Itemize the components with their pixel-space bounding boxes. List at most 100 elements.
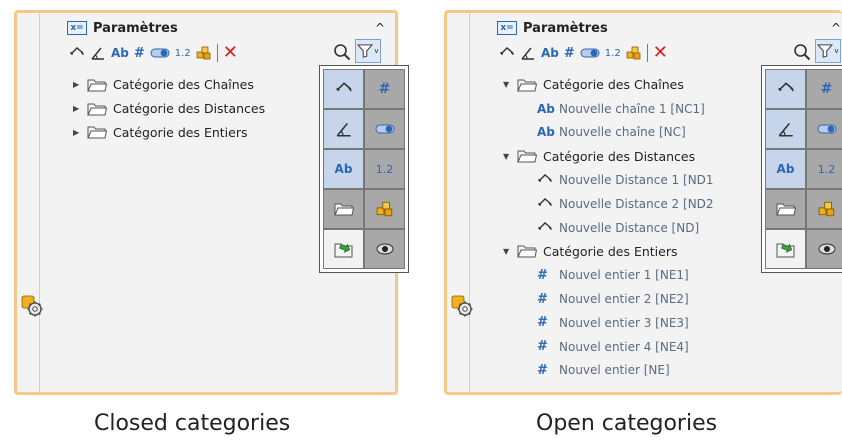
filter-distance-button[interactable]	[323, 69, 364, 109]
folder-icon	[517, 244, 537, 258]
ab-icon[interactable]: Ab	[111, 44, 129, 62]
hash-icon[interactable]: #	[134, 44, 145, 62]
hash-icon[interactable]: #	[564, 44, 575, 62]
hash-icon: #	[378, 81, 391, 97]
folder-icon	[87, 102, 107, 116]
distance-icon	[335, 80, 353, 98]
decimal-icon: 1.2	[817, 162, 836, 176]
filter-real-button[interactable]: 1.2	[806, 149, 842, 189]
visibility-button[interactable]	[364, 229, 405, 269]
expand-arrow-icon[interactable]: ▶	[73, 128, 87, 137]
delete-icon[interactable]: ✕	[653, 44, 668, 62]
tree-category[interactable]: ▼ Catégorie des Chaînes	[503, 73, 714, 97]
blocks-icon[interactable]	[626, 44, 642, 62]
delete-icon[interactable]: ✕	[223, 44, 238, 62]
filter-boolean-button[interactable]	[364, 109, 405, 149]
parameters-gear-icon[interactable]	[451, 295, 473, 317]
filter-icon	[817, 44, 833, 58]
toolbar: Ab # 1.2 ✕	[499, 43, 668, 63]
visibility-icon	[376, 243, 394, 255]
parameters-panel-closed: x= Paramètres ^ Ab # 1.2 ✕ v ▶ Catégorie…	[14, 10, 409, 395]
filter-folder-button[interactable]	[765, 189, 806, 229]
filter-integer-button[interactable]: #	[364, 69, 405, 109]
collapse-arrow-icon[interactable]: ▼	[503, 80, 517, 89]
filter-string-button[interactable]: Ab	[765, 149, 806, 189]
tree-item[interactable]: Nouvelle Distance [ND]	[503, 216, 714, 240]
parameters-panel-open: x= Paramètres ^ Ab # 1.2 ✕ v ▼ Catégorie…	[444, 10, 842, 395]
filter-folder-button[interactable]	[323, 189, 364, 229]
folder-icon	[334, 202, 354, 216]
decimal-icon[interactable]: 1.2	[175, 44, 191, 62]
filter-button[interactable]: v	[815, 39, 841, 63]
panel-header: x= Paramètres	[67, 19, 178, 37]
filter-blocks-button[interactable]	[364, 189, 405, 229]
ab-icon[interactable]: Ab	[541, 44, 559, 62]
distance-icon[interactable]	[69, 44, 85, 62]
tree-item[interactable]: # Nouvel entier 3 [NE3]	[503, 311, 714, 335]
filter-grid: # Ab 1.2	[761, 65, 842, 273]
collapse-chevron-icon[interactable]: ^	[375, 21, 385, 35]
filter-angle-button[interactable]	[323, 109, 364, 149]
tree-item[interactable]: # Nouvel entier [NE]	[503, 359, 714, 383]
hash-icon: #	[537, 267, 548, 283]
filter-integer-button[interactable]: #	[806, 69, 842, 109]
toggle-icon[interactable]	[580, 44, 600, 62]
tree-item[interactable]: # Nouvel entier 4 [NE4]	[503, 335, 714, 359]
filter-string-button[interactable]: Ab	[323, 149, 364, 189]
filter-blocks-button[interactable]	[806, 189, 842, 229]
distance-icon	[537, 172, 553, 188]
distance-icon	[537, 220, 553, 236]
toolbar-separator	[646, 44, 648, 62]
angle-icon[interactable]	[520, 44, 536, 62]
angle-icon	[335, 120, 353, 138]
blocks-icon[interactable]	[196, 44, 212, 62]
search-icon[interactable]	[333, 43, 351, 61]
parameters-gear-icon[interactable]	[21, 295, 43, 317]
filter-real-button[interactable]: 1.2	[364, 149, 405, 189]
tree-item[interactable]: Nouvelle Distance 1 [ND1	[503, 168, 714, 192]
tree-category[interactable]: ▼ Catégorie des Distances	[503, 144, 714, 168]
category-tree: ▶ Catégorie des Chaînes ▶ Catégorie des …	[73, 73, 265, 144]
caption-open: Open categories	[536, 411, 718, 436]
collapse-arrow-icon[interactable]: ▼	[503, 247, 517, 256]
collapse-chevron-icon[interactable]: ^	[831, 21, 841, 35]
visibility-icon	[818, 243, 836, 255]
tree-item[interactable]: # Nouvel entier 2 [NE2]	[503, 287, 714, 311]
angle-icon	[777, 120, 795, 138]
visibility-button[interactable]	[806, 229, 842, 269]
collapse-arrow-icon[interactable]: ▼	[503, 152, 517, 161]
import-button[interactable]	[323, 229, 364, 269]
expand-arrow-icon[interactable]: ▶	[73, 104, 87, 113]
tree-category[interactable]: ▶ Catégorie des Distances	[73, 97, 265, 121]
panel-header: x= Paramètres	[497, 19, 608, 37]
tree-item[interactable]: Nouvelle Distance 2 [ND2	[503, 192, 714, 216]
tree-category[interactable]: ▼ Catégorie des Entiers	[503, 240, 714, 264]
filter-angle-button[interactable]	[765, 109, 806, 149]
category-label: Catégorie des Chaînes	[543, 77, 684, 93]
filter-button[interactable]: v	[355, 39, 381, 63]
tree-item[interactable]: Ab Nouvelle chaîne [NC]	[503, 121, 714, 145]
panel-title: Paramètres	[523, 20, 608, 36]
import-icon	[776, 240, 796, 258]
toolbar-separator	[216, 44, 218, 62]
category-label: Catégorie des Distances	[113, 101, 266, 117]
angle-icon[interactable]	[90, 44, 106, 62]
tree-category[interactable]: ▶ Catégorie des Entiers	[73, 121, 265, 145]
filter-distance-button[interactable]	[765, 69, 806, 109]
category-label: Catégorie des Distances	[543, 148, 696, 164]
filter-icon	[357, 44, 373, 58]
tree-item[interactable]: Ab Nouvelle chaîne 1 [NC1]	[503, 97, 714, 121]
distance-icon[interactable]	[499, 44, 515, 62]
folder-icon	[776, 202, 796, 216]
decimal-icon[interactable]: 1.2	[605, 44, 621, 62]
tree-category[interactable]: ▶ Catégorie des Chaînes	[73, 73, 265, 97]
toggle-icon[interactable]	[150, 44, 170, 62]
import-button[interactable]	[765, 229, 806, 269]
filter-boolean-button[interactable]	[806, 109, 842, 149]
search-icon[interactable]	[793, 43, 811, 61]
item-label: Nouvelle Distance 2 [ND2	[559, 196, 714, 211]
expand-arrow-icon[interactable]: ▶	[73, 80, 87, 89]
hash-icon: #	[537, 291, 548, 307]
tree-item[interactable]: # Nouvel entier 1 [NE1]	[503, 263, 714, 287]
filter-grid: # Ab 1.2	[319, 65, 409, 273]
